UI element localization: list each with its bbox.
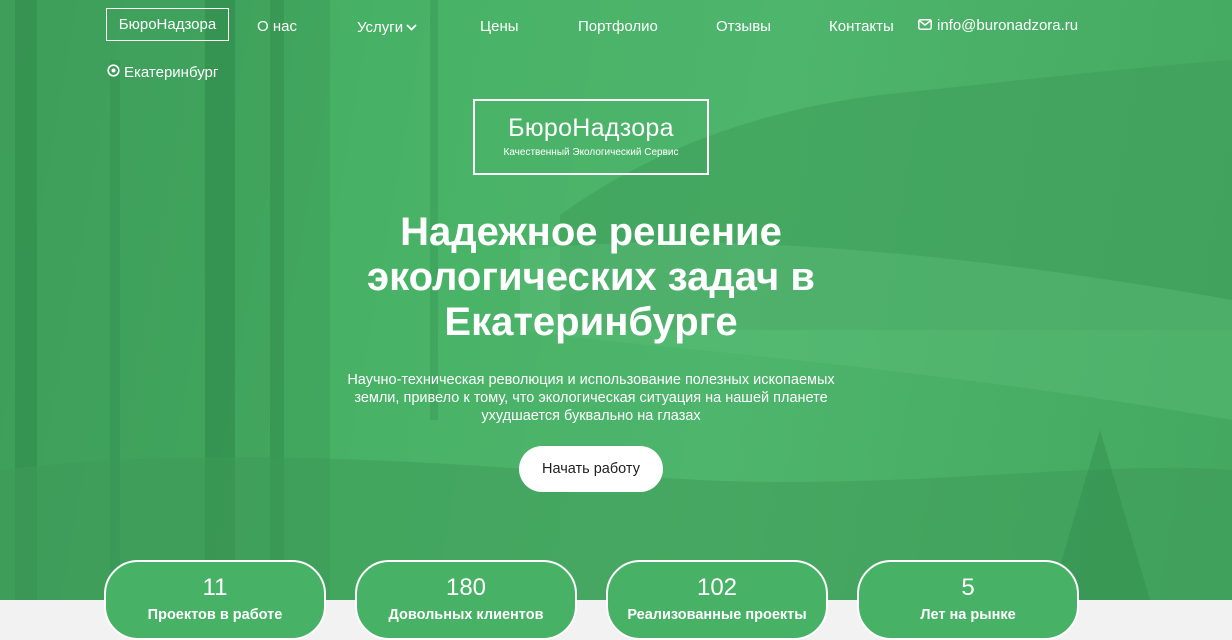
stat-value: 5 <box>961 574 975 601</box>
stat-card: 102 Реализованные проекты <box>606 560 828 640</box>
email-link[interactable]: info@buronadzora.ru <box>918 17 1078 34</box>
chevron-down-icon <box>406 18 417 35</box>
brand-tagline: Качественный Экологический Сервис <box>503 147 679 158</box>
stat-value: 11 <box>202 574 228 601</box>
brand-logo-box: БюроНадзора Качественный Экологический С… <box>473 99 709 175</box>
hero-section: БюроНадзора О нас Услуги Цены Портфолио … <box>0 0 1232 600</box>
hero-headline: Надежное решение экологических задач в Е… <box>367 210 815 344</box>
location-pin-icon <box>107 64 120 81</box>
nav-link-about[interactable]: О нас <box>257 18 297 35</box>
stat-card: 5 Лет на рынке <box>857 560 1079 640</box>
nav-link-services-label: Услуги <box>357 19 404 36</box>
nav-link-services[interactable]: Услуги <box>357 18 417 36</box>
city-text: Екатеринбург <box>124 64 219 81</box>
stat-card: 11 Проектов в работе <box>104 560 326 640</box>
stat-value: 102 <box>696 574 738 601</box>
nav-link-reviews[interactable]: Отзывы <box>716 18 771 35</box>
nav-link-contacts[interactable]: Контакты <box>829 18 894 35</box>
stat-value: 180 <box>445 574 487 601</box>
stat-label: Лет на рынке <box>920 607 1016 623</box>
start-work-button[interactable]: Начать работу <box>519 446 663 492</box>
nav-link-portfolio[interactable]: Портфолио <box>578 18 658 35</box>
brand-name: БюроНадзора <box>508 114 674 142</box>
email-text: info@buronadzora.ru <box>937 17 1079 34</box>
stat-label: Довольных клиентов <box>388 607 544 623</box>
stat-label: Проектов в работе <box>147 607 283 623</box>
city-selector[interactable]: Екатеринбург <box>107 64 218 81</box>
nav-logo-button[interactable]: БюроНадзора <box>106 8 229 41</box>
stat-card: 180 Довольных клиентов <box>355 560 577 640</box>
nav-link-prices[interactable]: Цены <box>480 18 519 35</box>
stat-label: Реализованные проекты <box>627 607 807 623</box>
mail-icon <box>918 17 932 34</box>
hero-subtitle: Научно-техническая революция и использов… <box>347 372 835 424</box>
